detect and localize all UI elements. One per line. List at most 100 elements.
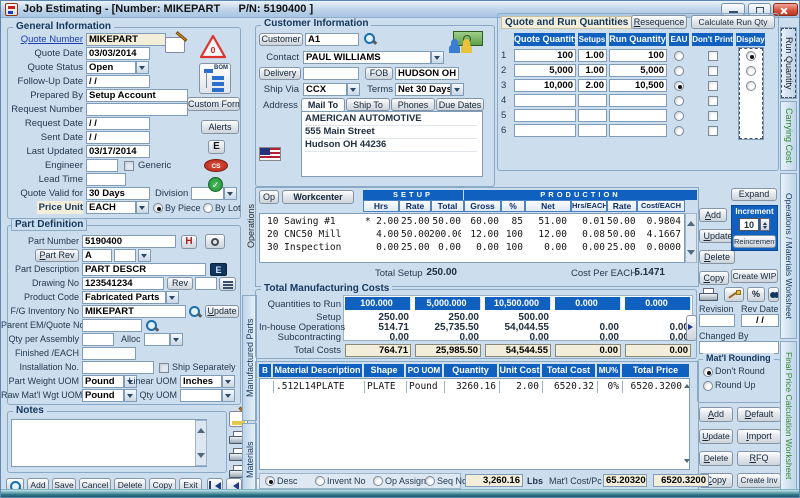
mfg-qty-5[interactable]: 0.000 (625, 297, 691, 310)
tab-carrying-cost[interactable]: Carrying Cost (780, 101, 797, 171)
dont-print-checkbox-4[interactable] (708, 96, 718, 106)
create-wip-button[interactable]: Create WIP (731, 269, 778, 283)
display-radio-1[interactable] (746, 51, 756, 61)
last-updated-field[interactable]: 03/17/2014 (86, 145, 150, 158)
setups-2[interactable]: 1.00 (578, 64, 607, 77)
parent-em-search-icon[interactable] (145, 319, 159, 333)
operations-scrollbar[interactable] (685, 213, 697, 263)
eau-radio-2[interactable] (674, 66, 684, 76)
part-rev2-field[interactable] (114, 249, 136, 262)
terms-dropdown[interactable] (451, 83, 464, 96)
by-lot-radio[interactable] (203, 203, 213, 213)
fob-field[interactable]: HUDSON OH (395, 67, 459, 80)
run-qty-1[interactable]: 100 (609, 49, 667, 62)
fg-inventory-field[interactable]: MIKEPART (82, 305, 186, 318)
tab-operations-materials-worksheet[interactable]: Operations / Materials Worksheet (780, 173, 797, 339)
run-qty-5[interactable] (609, 109, 667, 122)
increment-field[interactable]: 10 (739, 218, 759, 231)
ship-separately-checkbox[interactable] (159, 363, 169, 373)
quote-number-label[interactable]: Quote Number (3, 33, 83, 46)
resequence-button[interactable]: Resequence (631, 15, 687, 29)
part-description-field[interactable]: PART DESCR (82, 263, 206, 276)
setups-6[interactable] (578, 124, 607, 137)
bom-icon[interactable]: BOM (199, 63, 231, 94)
note-edit-icon[interactable] (165, 37, 185, 53)
mfg-scroll-right-button[interactable] (686, 315, 697, 341)
materials-scroll-down[interactable] (684, 459, 690, 466)
filter-invent-radio[interactable] (315, 476, 325, 486)
engineer-field[interactable] (86, 159, 118, 172)
quote-qty-4[interactable] (514, 94, 576, 107)
qty-assembly-field[interactable] (82, 333, 114, 346)
money-people-icon[interactable] (449, 31, 483, 53)
dont-print-checkbox-3[interactable] (708, 81, 718, 91)
customer-field[interactable]: A1 (305, 33, 359, 46)
setups-4[interactable] (578, 94, 607, 107)
quote-qty-1[interactable]: 100 (514, 49, 576, 62)
fg-search-icon[interactable] (188, 305, 202, 319)
part-rev-button[interactable]: Part Rev (35, 249, 79, 262)
division-dropdown[interactable] (224, 187, 237, 200)
tab-due-dates[interactable]: Due Dates (436, 98, 484, 111)
matl-create-inv-button[interactable]: Create Inv (737, 473, 781, 488)
ops-add-button[interactable]: Add (699, 208, 727, 222)
dont-round-radio[interactable] (703, 367, 713, 377)
filter-seq-radio[interactable] (425, 476, 435, 486)
display-radio-3[interactable] (746, 81, 756, 91)
alloc-field[interactable] (144, 333, 170, 346)
product-code-dropdown[interactable] (166, 291, 179, 304)
mfg-qty-4[interactable]: 0.000 (555, 297, 621, 310)
ship-via-field[interactable]: CCX (303, 83, 347, 96)
update-button[interactable]: Update (205, 305, 239, 318)
setups-3[interactable]: 2.00 (578, 79, 607, 92)
part-weight-uom-field[interactable]: Pound (82, 375, 124, 388)
product-code-field[interactable]: Fabricated Parts (82, 291, 166, 304)
op-name-2[interactable]: 20 CNC50 Mill (267, 229, 361, 241)
eau-radio-6[interactable] (674, 126, 684, 136)
run-qty-6[interactable] (609, 124, 667, 137)
edit-description-icon[interactable]: E (210, 263, 227, 276)
matl-rfq-button[interactable]: RFQ (737, 451, 781, 466)
customer-button[interactable]: Customer (259, 33, 303, 46)
filter-op-assign-radio[interactable] (373, 476, 383, 486)
quote-date-field[interactable]: 03/03/2014 (86, 47, 150, 60)
percent-icon[interactable]: % (747, 287, 765, 302)
eau-radio-4[interactable] (674, 96, 684, 106)
delivery-button[interactable]: Delivery (259, 67, 301, 80)
ring-icon[interactable] (205, 234, 225, 249)
increment-spinner[interactable] (760, 218, 770, 231)
ops-delete-button[interactable]: Delete (699, 250, 735, 264)
revision-field[interactable] (699, 314, 735, 327)
expand-button[interactable]: Expand (731, 188, 777, 201)
installation-field[interactable] (82, 361, 154, 374)
email-icon[interactable]: E (208, 140, 225, 154)
run-qty-4[interactable] (609, 94, 667, 107)
qty-uom-field[interactable] (180, 389, 222, 402)
prepared-by-field[interactable]: Setup Account (86, 89, 188, 102)
run-qty-2[interactable]: 5,000 (609, 64, 667, 77)
quote-qty-3[interactable]: 10,000 (514, 79, 576, 92)
customer-search-icon[interactable] (363, 32, 377, 46)
notes-textarea[interactable] (11, 419, 207, 467)
linear-uom-dropdown[interactable] (222, 375, 235, 388)
mfg-qty-1[interactable]: 100.000 (345, 297, 411, 310)
materials-scroll-up[interactable] (684, 381, 690, 388)
request-date-field[interactable]: / / (86, 117, 150, 130)
rev-date-field[interactable]: / / (741, 314, 779, 327)
eau-radio-1[interactable] (674, 51, 684, 61)
drawing-no-field[interactable]: 123541234 (82, 277, 164, 290)
matl-import-button[interactable]: Import (737, 429, 781, 444)
mfg-qty-2[interactable]: 5,000.000 (415, 297, 481, 310)
broom-icon[interactable] (724, 287, 744, 302)
matl-update-button[interactable]: Update (699, 429, 733, 444)
mfg-qty-3[interactable]: 10,500.000 (485, 297, 551, 310)
part-rev-field[interactable]: A (82, 249, 112, 262)
quote-status-dropdown[interactable] (136, 61, 149, 74)
warning-triangle-icon[interactable]: 0 (199, 34, 227, 59)
display-radio-2[interactable] (746, 66, 756, 76)
cs-icon[interactable]: CS (204, 159, 228, 172)
custom-forms-button[interactable]: Custom Forms (187, 97, 240, 111)
request-number-field[interactable] (86, 103, 188, 116)
calculate-run-qty-button[interactable]: Calculate Run Qty (691, 15, 775, 29)
dont-print-checkbox-1[interactable] (708, 51, 718, 61)
